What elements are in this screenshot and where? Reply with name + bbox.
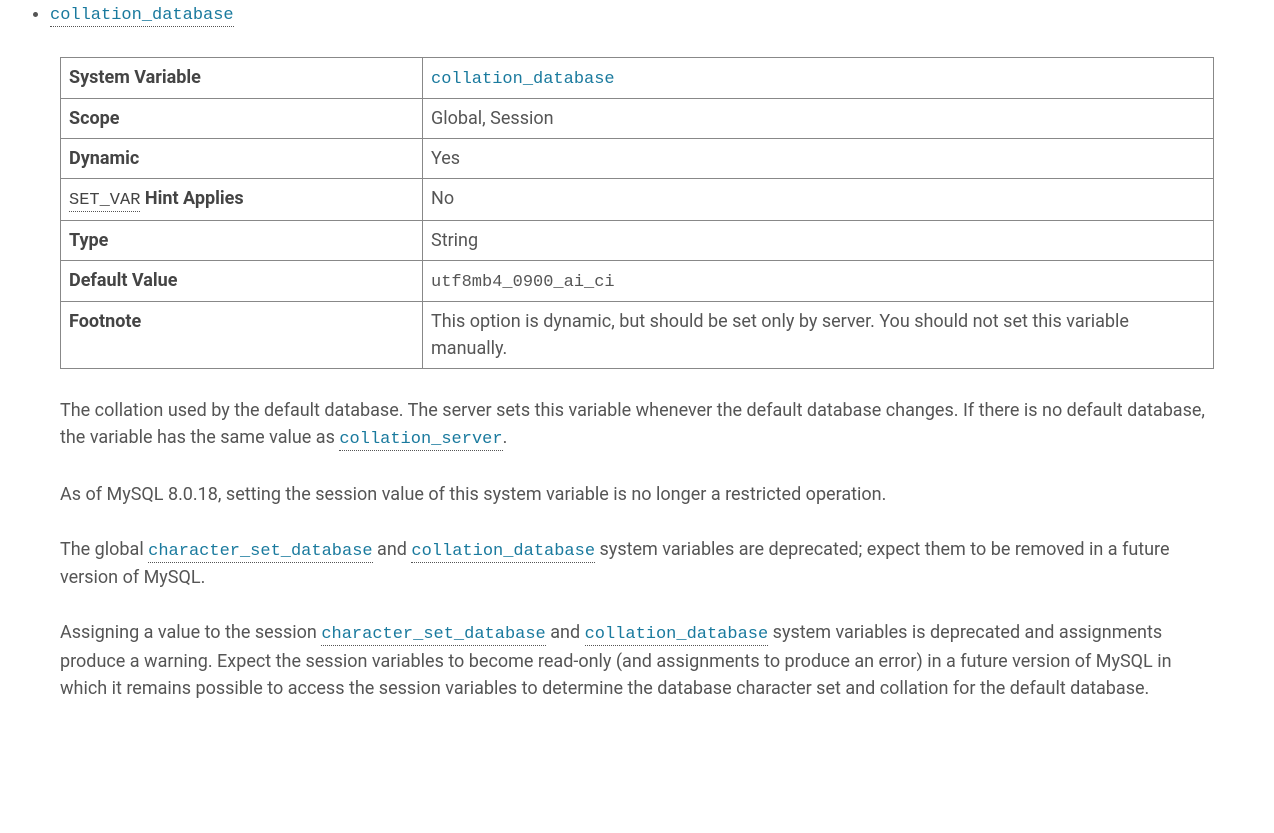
table-row: Footnote This option is dynamic, but sho… [61, 302, 1214, 369]
table-row: Dynamic Yes [61, 139, 1214, 179]
charset-db-link[interactable]: character_set_database [148, 539, 372, 560]
description-paragraph: The collation used by the default databa… [60, 397, 1214, 453]
variable-bullet-item: collation_database [50, 0, 1214, 29]
text-fragment: . [503, 427, 508, 448]
code-fragment: collation_database [411, 542, 595, 563]
row-label: Footnote [61, 302, 423, 369]
row-label: System Variable [61, 57, 423, 99]
row-label: Dynamic [61, 139, 423, 179]
row-label: Scope [61, 99, 423, 139]
setvar-code: SET_VAR [69, 191, 140, 212]
row-value: Global, Session [423, 99, 1214, 139]
setvar-label-post: Hint Applies [140, 188, 243, 209]
text-fragment: The global [60, 539, 148, 560]
table-row: Scope Global, Session [61, 99, 1214, 139]
charset-db-link[interactable]: character_set_database [321, 622, 545, 643]
text-fragment: and [373, 539, 412, 560]
code-fragment: collation_server [339, 430, 502, 451]
row-value: utf8mb4_0900_ai_ci [423, 260, 1214, 302]
code-fragment: collation_database [585, 625, 769, 646]
variable-link[interactable]: collation_database [50, 3, 234, 24]
variable-link-label: collation_database [50, 6, 234, 27]
code-fragment: character_set_database [321, 625, 545, 646]
collation-server-link[interactable]: collation_server [339, 427, 502, 448]
row-value: String [423, 220, 1214, 260]
row-value: This option is dynamic, but should be se… [423, 302, 1214, 369]
collation-db-link[interactable]: collation_database [585, 622, 769, 643]
table-row: Default Value utf8mb4_0900_ai_ci [61, 260, 1214, 302]
default-value-code: utf8mb4_0900_ai_ci [431, 273, 615, 292]
table-row: Type String [61, 220, 1214, 260]
table-row: SET_VAR Hint Applies No [61, 179, 1214, 221]
collation-db-link[interactable]: collation_database [411, 539, 595, 560]
row-label: Default Value [61, 260, 423, 302]
system-variable-link[interactable]: collation_database [431, 70, 615, 89]
variable-bullet-list: collation_database [60, 0, 1214, 29]
row-value: No [423, 179, 1214, 221]
code-fragment: character_set_database [148, 542, 372, 563]
description-paragraph: Assigning a value to the session charact… [60, 619, 1214, 702]
doc-content: collation_database System Variable colla… [0, 0, 1274, 760]
row-value: Yes [423, 139, 1214, 179]
row-value: collation_database [423, 57, 1214, 99]
text-fragment: Assigning a value to the session [60, 622, 321, 643]
table-row: System Variable collation_database [61, 57, 1214, 99]
description-paragraph: As of MySQL 8.0.18, setting the session … [60, 481, 1214, 508]
text-fragment: and [546, 622, 585, 643]
row-label: Type [61, 220, 423, 260]
row-label: SET_VAR Hint Applies [61, 179, 423, 221]
variable-properties-table: System Variable collation_database Scope… [60, 57, 1214, 370]
text-fragment: The collation used by the default databa… [60, 400, 1205, 448]
description-paragraph: The global character_set_database and co… [60, 536, 1214, 592]
